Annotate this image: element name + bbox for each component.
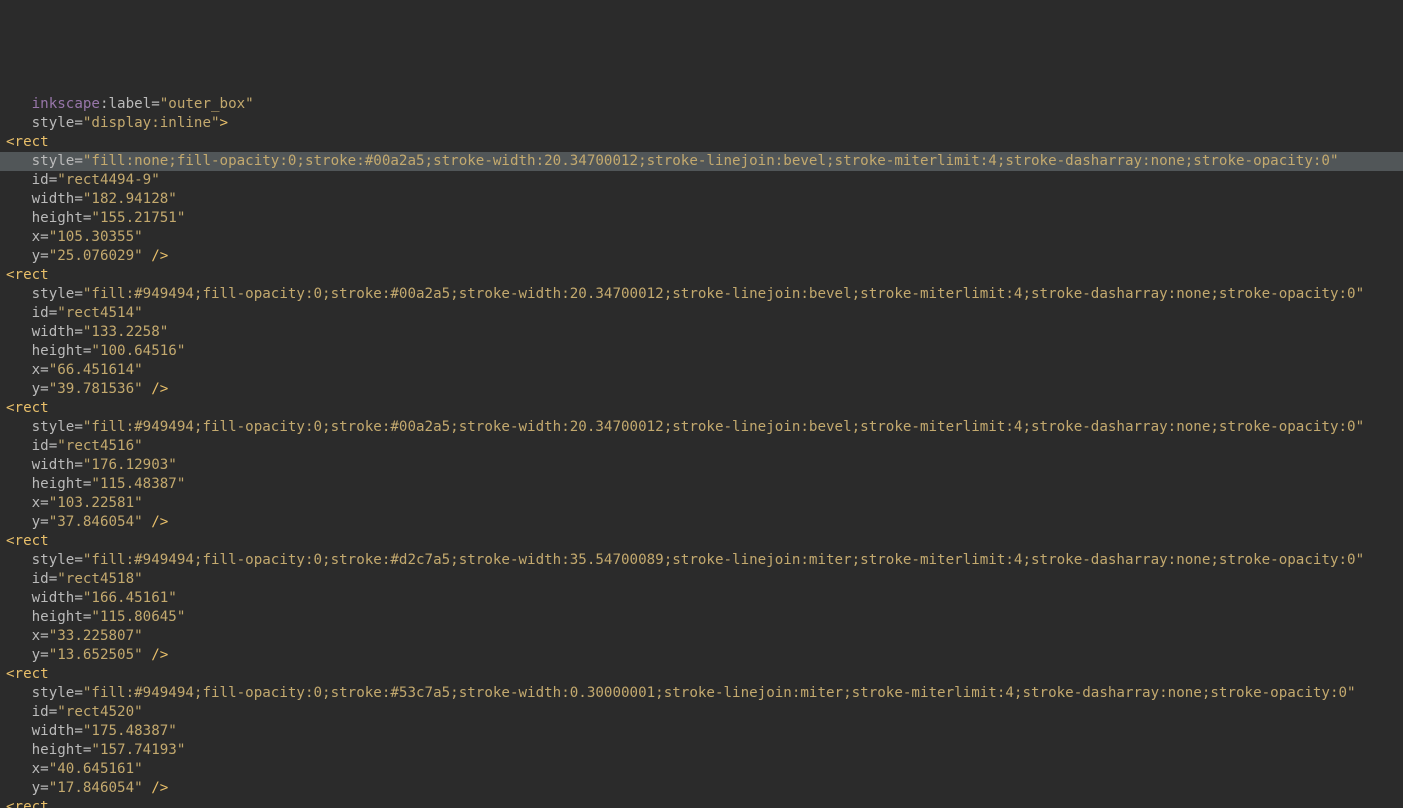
code-line[interactable]: id="rect4494-9" xyxy=(0,171,1403,190)
code-line[interactable]: y="39.781536" /> xyxy=(0,380,1403,399)
code-line[interactable]: style="fill:#949494;fill-opacity:0;strok… xyxy=(0,285,1403,304)
code-line[interactable]: x="66.451614" xyxy=(0,361,1403,380)
code-line[interactable]: style="fill:#949494;fill-opacity:0;strok… xyxy=(0,684,1403,703)
code-line[interactable]: height="115.48387" xyxy=(0,475,1403,494)
code-line[interactable]: id="rect4518" xyxy=(0,570,1403,589)
code-line[interactable]: <rect xyxy=(0,133,1403,152)
code-line[interactable]: x="33.225807" xyxy=(0,627,1403,646)
code-line[interactable]: style="fill:#949494;fill-opacity:0;strok… xyxy=(0,418,1403,437)
code-line[interactable]: x="40.645161" xyxy=(0,760,1403,779)
code-line[interactable]: y="13.652505" /> xyxy=(0,646,1403,665)
code-line[interactable]: width="176.12903" xyxy=(0,456,1403,475)
code-line[interactable]: width="133.2258" xyxy=(0,323,1403,342)
code-line[interactable]: <rect xyxy=(0,798,1403,808)
code-line[interactable]: width="182.94128" xyxy=(0,190,1403,209)
code-line[interactable]: <rect xyxy=(0,266,1403,285)
code-line[interactable]: width="175.48387" xyxy=(0,722,1403,741)
code-line[interactable]: <rect xyxy=(0,399,1403,418)
code-line[interactable]: style="display:inline"> xyxy=(0,114,1403,133)
code-line[interactable]: width="166.45161" xyxy=(0,589,1403,608)
code-line[interactable]: y="37.846054" /> xyxy=(0,513,1403,532)
code-line[interactable]: style="fill:#949494;fill-opacity:0;strok… xyxy=(0,551,1403,570)
code-line[interactable]: x="105.30355" xyxy=(0,228,1403,247)
code-line[interactable]: height="100.64516" xyxy=(0,342,1403,361)
code-line[interactable]: y="25.076029" /> xyxy=(0,247,1403,266)
code-line[interactable]: inkscape:label="outer_box" xyxy=(0,95,1403,114)
code-line[interactable]: id="rect4520" xyxy=(0,703,1403,722)
code-line[interactable]: <rect xyxy=(0,665,1403,684)
code-line[interactable]: <rect xyxy=(0,532,1403,551)
code-line[interactable]: style="fill:none;fill-opacity:0;stroke:#… xyxy=(0,152,1403,171)
code-line[interactable]: id="rect4514" xyxy=(0,304,1403,323)
code-editor[interactable]: inkscape:label="outer_box" style="displa… xyxy=(0,95,1403,808)
code-line[interactable]: id="rect4516" xyxy=(0,437,1403,456)
code-line[interactable]: height="157.74193" xyxy=(0,741,1403,760)
code-line[interactable]: height="115.80645" xyxy=(0,608,1403,627)
code-line[interactable]: x="103.22581" xyxy=(0,494,1403,513)
code-line[interactable]: height="155.21751" xyxy=(0,209,1403,228)
